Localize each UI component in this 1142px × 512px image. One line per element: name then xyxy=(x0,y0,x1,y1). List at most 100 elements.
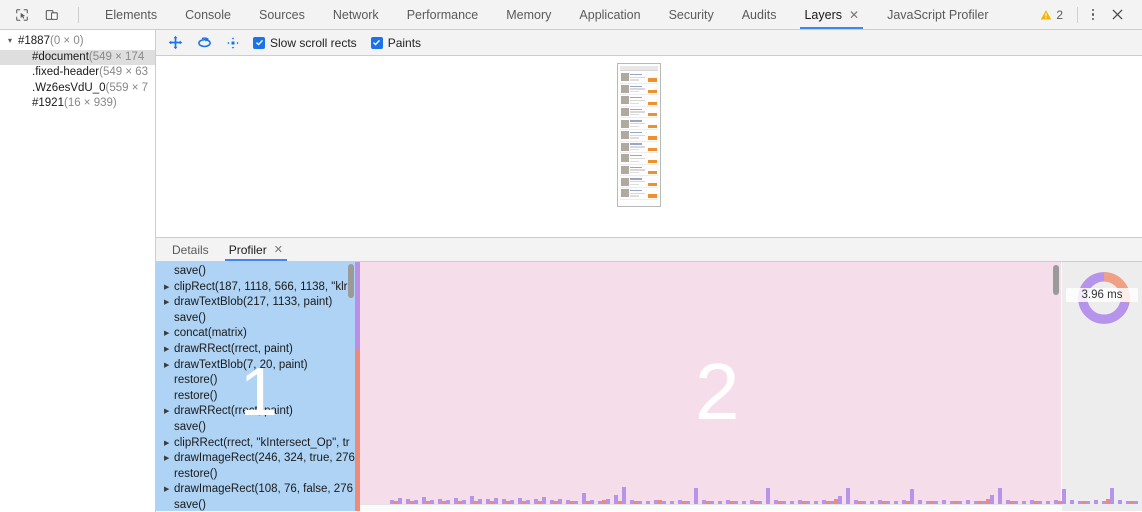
paint-profiler-canvas[interactable]: 2 xyxy=(360,262,1062,511)
tab-label: Performance xyxy=(407,8,479,22)
chevron-down-icon[interactable]: ▾ xyxy=(8,33,18,49)
inspect-element-icon[interactable] xyxy=(12,5,32,25)
paint-command-row[interactable]: ▶restore() xyxy=(156,389,355,405)
thumbnail-avatar xyxy=(621,154,629,162)
checkbox-label: Paints xyxy=(388,36,421,50)
kebab-menu-icon[interactable] xyxy=(1082,4,1104,26)
paint-command-row[interactable]: ▶drawImageRect(108, 76, false, 276 xyxy=(156,482,355,498)
thumbnail-text-lines xyxy=(630,86,647,93)
chevron-right-icon[interactable]: ▶ xyxy=(164,295,174,311)
tab-application[interactable]: Application xyxy=(565,0,654,29)
layer-tree-panel[interactable]: ▾#1887(0 × 0)#document(549 × 174.fixed-h… xyxy=(0,30,156,512)
paint-command-text: drawImageRect(246, 324, true, 276 xyxy=(174,451,355,467)
paint-command-row[interactable]: ▶drawTextBlob(7, 20, paint) xyxy=(156,358,355,374)
paint-command-row[interactable]: ▶concat(matrix) xyxy=(156,326,355,342)
thumbnail-text-lines xyxy=(630,120,647,127)
tab-network[interactable]: Network xyxy=(319,0,393,29)
chevron-right-icon[interactable]: ▶ xyxy=(164,404,174,420)
paint-command-text: clipRect(187, 1118, 566, 1138, "klr xyxy=(174,280,348,296)
paint-canvas-scrollbar[interactable] xyxy=(1053,265,1059,295)
rotate-mode-icon[interactable] xyxy=(195,34,213,52)
paint-command-row[interactable]: ▶drawRRect(rrect, paint) xyxy=(156,342,355,358)
paint-command-text: drawRRect(rrect, paint) xyxy=(174,342,293,358)
tab-security[interactable]: Security xyxy=(655,0,728,29)
paint-command-text: drawImageRect(108, 76, false, 276 xyxy=(174,482,353,498)
thumbnail-list-item xyxy=(620,153,658,165)
reset-transform-icon[interactable] xyxy=(224,34,242,52)
command-list-scrollbar[interactable] xyxy=(348,264,354,298)
paint-command-row[interactable]: ▶drawTextBlob(217, 1133, paint) xyxy=(156,295,355,311)
paint-command-row[interactable]: ▶clipRRect(rrect, "kIntersect_Op", tr xyxy=(156,436,355,452)
tab-performance[interactable]: Performance xyxy=(393,0,493,29)
paint-command-row[interactable]: ▶save() xyxy=(156,311,355,327)
close-icon[interactable] xyxy=(1104,4,1130,26)
tab-layers[interactable]: Layers✕ xyxy=(790,0,873,29)
layer-3d-preview[interactable] xyxy=(156,56,1142,238)
tabbar-tools xyxy=(0,0,91,29)
thumbnail-list-item xyxy=(620,72,658,84)
tab-label: Memory xyxy=(506,8,551,22)
paint-command-text: drawTextBlob(7, 20, paint) xyxy=(174,358,308,374)
layer-tree-row[interactable]: .fixed-header(549 × 63 xyxy=(0,65,155,81)
tab-label: JavaScript Profiler xyxy=(887,8,988,22)
thumbnail-items xyxy=(620,72,658,200)
paint-profiler-body: ▶save()▶clipRect(187, 1118, 566, 1138, "… xyxy=(156,262,1142,511)
thumbnail-action-button xyxy=(648,113,657,116)
checkbox-slow-scroll-rects[interactable]: Slow scroll rects xyxy=(253,36,357,50)
checkbox-box[interactable] xyxy=(253,37,265,49)
tab-elements[interactable]: Elements xyxy=(91,0,171,29)
paint-command-row[interactable]: ▶drawImageRect(246, 324, true, 276 xyxy=(156,451,355,467)
layer-dimensions: (549 × 174 xyxy=(89,50,144,66)
layer-tree-row[interactable]: .Wz6esVdU_0(559 × 7 xyxy=(0,81,155,97)
thumbnail-list-item xyxy=(620,118,658,130)
tab-close-icon[interactable]: ✕ xyxy=(849,9,859,21)
page-layer-thumbnail[interactable] xyxy=(617,63,661,207)
tab-audits[interactable]: Audits xyxy=(728,0,791,29)
sub-tab-profiler[interactable]: Profiler✕ xyxy=(219,238,293,261)
layer-tree-row[interactable]: ▾#1887(0 × 0) xyxy=(0,34,155,50)
paint-summary-area: 3.96 ms xyxy=(1062,262,1142,511)
warning-counter[interactable]: 2 xyxy=(1030,8,1073,22)
paint-command-row[interactable]: ▶save() xyxy=(156,264,355,280)
chevron-right-icon[interactable]: ▶ xyxy=(164,280,174,296)
chevron-right-icon[interactable]: ▶ xyxy=(164,358,174,374)
thumbnail-list-item xyxy=(620,95,658,107)
tab-sources[interactable]: Sources xyxy=(245,0,319,29)
paint-command-row[interactable]: ▶save() xyxy=(156,498,355,511)
paint-command-row[interactable]: ▶restore() xyxy=(156,373,355,389)
pan-mode-icon[interactable] xyxy=(166,34,184,52)
devtools-window: ElementsConsoleSources Network Performance… xyxy=(0,0,1142,512)
paint-command-text: save() xyxy=(174,311,206,327)
thumbnail-action-button xyxy=(648,125,657,128)
sub-tab-details[interactable]: Details xyxy=(162,238,219,261)
device-toolbar-icon[interactable] xyxy=(42,5,62,25)
paint-command-text: restore() xyxy=(174,373,217,389)
chevron-right-icon[interactable]: ▶ xyxy=(164,482,174,498)
tab-javascript-profiler[interactable]: JavaScript Profiler xyxy=(873,0,1002,29)
tab-console[interactable]: Console xyxy=(171,0,245,29)
thumbnail-list-item xyxy=(620,107,658,119)
paint-command-list[interactable]: ▶save()▶clipRect(187, 1118, 566, 1138, "… xyxy=(156,262,355,511)
toolbar-divider xyxy=(78,7,79,23)
sub-tab-close-icon[interactable]: ✕ xyxy=(274,243,283,256)
layer-tree-row[interactable]: #document(549 × 174 xyxy=(0,50,155,66)
thumbnail-list-item xyxy=(620,176,658,188)
right-divider xyxy=(1077,7,1078,23)
layer-name: .fixed-header xyxy=(32,65,99,81)
checkbox-paints[interactable]: Paints xyxy=(371,36,421,50)
paint-command-text: restore() xyxy=(174,389,217,405)
paint-command-row[interactable]: ▶restore() xyxy=(156,467,355,483)
paint-command-row[interactable]: ▶save() xyxy=(156,420,355,436)
tab-label: Network xyxy=(333,8,379,22)
checkbox-box[interactable] xyxy=(371,37,383,49)
chevron-right-icon[interactable]: ▶ xyxy=(164,326,174,342)
paint-command-row[interactable]: ▶drawRRect(rrect, paint) xyxy=(156,404,355,420)
thumbnail-list-item xyxy=(620,130,658,142)
layers-toolbar: Slow scroll rects Paints xyxy=(156,30,1142,56)
chevron-right-icon[interactable]: ▶ xyxy=(164,451,174,467)
tab-memory[interactable]: Memory xyxy=(492,0,565,29)
chevron-right-icon[interactable]: ▶ xyxy=(164,436,174,452)
layer-tree-row[interactable]: #1921(16 × 939) xyxy=(0,96,155,112)
paint-command-row[interactable]: ▶clipRect(187, 1118, 566, 1138, "klr xyxy=(156,280,355,296)
chevron-right-icon[interactable]: ▶ xyxy=(164,342,174,358)
